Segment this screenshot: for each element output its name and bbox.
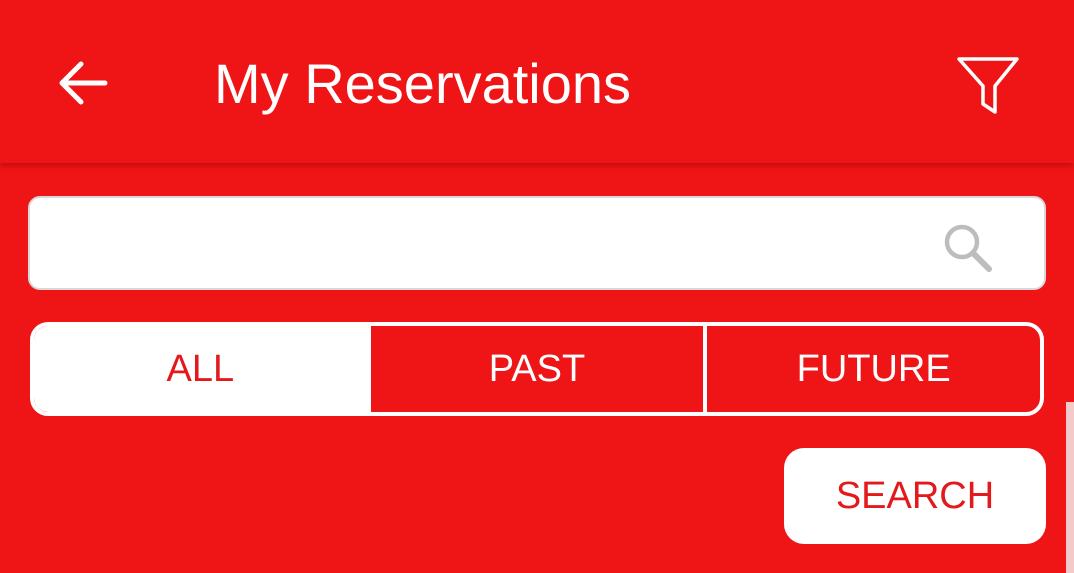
- date-filter-segmented-control: ALL PAST FUTURE: [30, 322, 1044, 416]
- segment-future[interactable]: FUTURE: [703, 326, 1040, 412]
- search-button[interactable]: SEARCH: [784, 448, 1046, 544]
- arrow-left-icon: [59, 61, 108, 105]
- search-input[interactable]: [46, 212, 930, 276]
- page-title: My Reservations: [214, 52, 632, 115]
- funnel-icon: [957, 57, 1019, 114]
- scroll-indicator: [1066, 402, 1074, 573]
- search-box: [28, 196, 1046, 290]
- segment-all[interactable]: ALL: [34, 326, 367, 412]
- back-button[interactable]: [48, 48, 118, 118]
- segment-past[interactable]: PAST: [366, 326, 704, 412]
- filter-button[interactable]: [948, 44, 1028, 124]
- app-bar: My Reservations: [0, 0, 1074, 163]
- magnifier-icon[interactable]: [938, 218, 998, 278]
